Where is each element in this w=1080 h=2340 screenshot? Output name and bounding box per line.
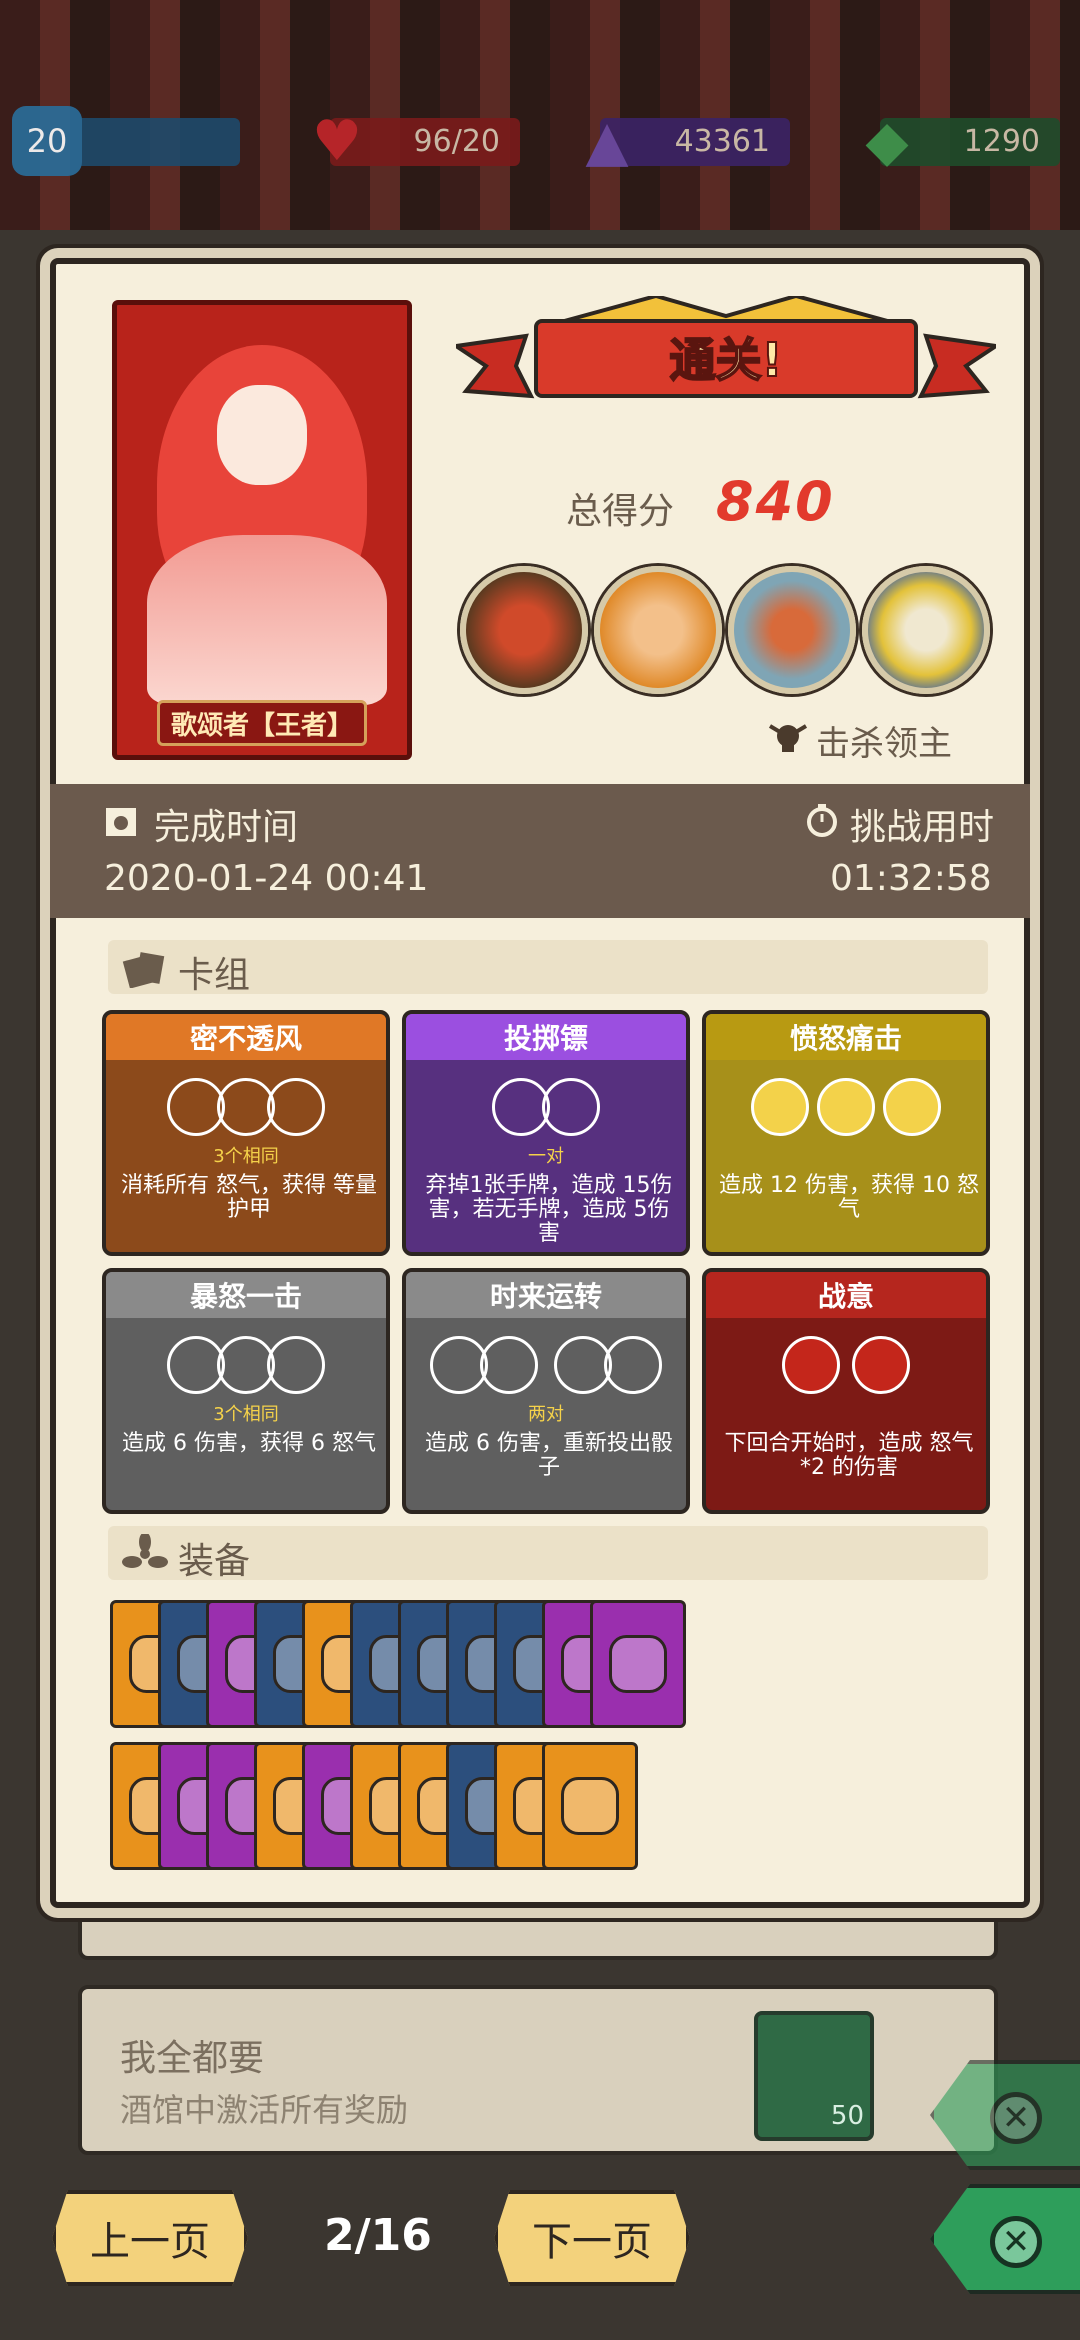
- card-desc: 造成 6 伤害，重新投出骰子: [425, 1431, 673, 1480]
- dice-slots: [406, 1072, 686, 1142]
- score-label: 总得分: [566, 491, 675, 532]
- card-combo: 一对: [528, 1146, 564, 1167]
- equipment-section-header: 装备: [108, 1526, 988, 1582]
- close-icon: ✕: [990, 2216, 1042, 2268]
- card-desc: 消耗所有 怒气，获得 等量 护甲: [121, 1173, 377, 1222]
- prev-page-button[interactable]: 上一页: [52, 2190, 248, 2286]
- stopwatch-icon: [807, 804, 837, 837]
- boss-avatar: [594, 566, 722, 694]
- dice-slots: [706, 1072, 986, 1142]
- finish-time-value: 2020-01-24 00:41: [104, 858, 429, 899]
- close-icon: ✕: [990, 2092, 1042, 2144]
- card-desc: 造成 12 伤害，获得 10 怒气: [719, 1173, 979, 1222]
- score-value: 840: [716, 470, 835, 533]
- time-bar: 完成时间 2020-01-24 00:41 挑战用时 01:32:58: [50, 784, 1030, 918]
- green-gem-icon: ◆: [865, 108, 909, 174]
- dice-slot: [817, 1078, 875, 1136]
- green-currency-bar: ◆ 1290: [865, 109, 1060, 174]
- card-combo: 两对: [528, 1404, 564, 1425]
- hero-portrait: 歌颂者【王者】: [112, 300, 412, 760]
- card-combo: 3个相同: [213, 1404, 279, 1425]
- dice-slots: [106, 1072, 386, 1142]
- card-desc: 弃掉1张手牌，造成 15伤害，若无手牌，造成 5伤害: [425, 1173, 673, 1246]
- achievement-desc: 酒馆中激活所有奖励: [120, 2091, 409, 2129]
- next-page-label: 下一页: [532, 2219, 652, 2265]
- dice-slot: [267, 1078, 325, 1136]
- card-name: 愤怒痛击: [706, 1014, 986, 1060]
- hero-face: [217, 385, 307, 485]
- card-desc: 造成 6 伤害，获得 6 怒气: [122, 1431, 376, 1456]
- card-desc: 下回合开始时，造成 怒气*2 的伤害: [724, 1431, 974, 1480]
- banner-text: 通关!: [670, 333, 783, 387]
- deck-card[interactable]: 愤怒痛击造成 12 伤害，获得 10 怒气: [702, 1010, 990, 1256]
- card-name: 时来运转: [406, 1272, 686, 1318]
- dice-slot: [883, 1078, 941, 1136]
- deck-card[interactable]: 时来运转两对造成 6 伤害，重新投出骰子: [402, 1268, 690, 1514]
- hero-dress: [147, 535, 387, 705]
- card-name: 战意: [706, 1272, 986, 1318]
- dice-slots: [406, 1330, 686, 1400]
- card-name: 投掷镖: [406, 1014, 686, 1060]
- deck-section-header: 卡组: [108, 940, 988, 996]
- dice-slot: [604, 1336, 662, 1394]
- page-indicator: 2/16: [324, 2210, 432, 2261]
- heart-icon: ♥: [311, 108, 363, 174]
- dice-slot: [852, 1336, 910, 1394]
- achievement-title: 我全都要: [120, 2038, 265, 2079]
- calendar-icon: [106, 808, 136, 836]
- hp-value: 96/20: [413, 124, 500, 159]
- dice-slot: [542, 1078, 600, 1136]
- duration-label: 挑战用时: [850, 807, 995, 848]
- deck-card[interactable]: 战意下回合开始时，造成 怒气*2 的伤害: [702, 1268, 990, 1514]
- kill-boss-label: 击杀领主: [816, 724, 952, 764]
- green-currency-value: 1290: [963, 124, 1040, 159]
- level-value: 20: [26, 122, 68, 160]
- dice-slot: [267, 1336, 325, 1394]
- finish-time-label: 完成时间: [154, 807, 299, 848]
- boss-avatar: [460, 566, 588, 694]
- purple-currency-value: 43361: [674, 124, 770, 159]
- equipment-title: 装备: [178, 1541, 251, 1582]
- reward-gem-icon: 50: [754, 2011, 874, 2141]
- deck-card[interactable]: 暴怒一击 3个相同造成 6 伤害，获得 6 怒气: [102, 1268, 390, 1514]
- skull-icon: [768, 724, 808, 752]
- ring-icon: [561, 1777, 619, 1835]
- reward-count: 50: [830, 2101, 864, 2131]
- hero-name: 歌颂者【王者】: [157, 700, 367, 746]
- hp-bar: ♥ 96/20: [312, 109, 520, 174]
- card-name: 密不透风: [106, 1014, 386, 1060]
- dice-slots: [106, 1330, 386, 1400]
- card-name: 暴怒一击: [106, 1272, 386, 1318]
- boss-avatar: [728, 566, 856, 694]
- level-bar: 20: [12, 106, 240, 176]
- equipment-slot[interactable]: [542, 1742, 638, 1870]
- boss-avatar: [862, 566, 990, 694]
- fan-icon: [122, 1534, 168, 1568]
- level-icon: 20: [12, 106, 82, 176]
- clear-banner: 通关!: [456, 296, 996, 399]
- achievement-card: 我全都要 酒馆中激活所有奖励 50: [78, 1985, 998, 2155]
- dice-slot: [751, 1078, 809, 1136]
- run-result-modal: 歌颂者【王者】 通关! 总得分 840 击杀领主 完成时间 2020-01-24…: [50, 258, 1030, 1908]
- purple-gem-icon: ▲: [585, 108, 629, 174]
- prev-page-label: 上一页: [90, 2219, 210, 2265]
- deck-title: 卡组: [178, 955, 251, 996]
- deck-card[interactable]: 投掷镖一对弃掉1张手牌，造成 15伤害，若无手牌，造成 5伤害: [402, 1010, 690, 1256]
- next-page-button[interactable]: 下一页: [494, 2190, 690, 2286]
- deck-card[interactable]: 密不透风 3个相同消耗所有 怒气，获得 等量 护甲: [102, 1010, 390, 1256]
- dice-slot: [782, 1336, 840, 1394]
- card-combo: 3个相同: [213, 1146, 279, 1167]
- dice-slot: [480, 1336, 538, 1394]
- duration-value: 01:32:58: [830, 858, 992, 899]
- dice-slots: [706, 1330, 986, 1400]
- cards-icon: [122, 952, 165, 988]
- equipment-slot[interactable]: [590, 1600, 686, 1728]
- purple-currency-bar: ▲ 43361: [585, 109, 790, 174]
- gem-icon: [609, 1635, 667, 1693]
